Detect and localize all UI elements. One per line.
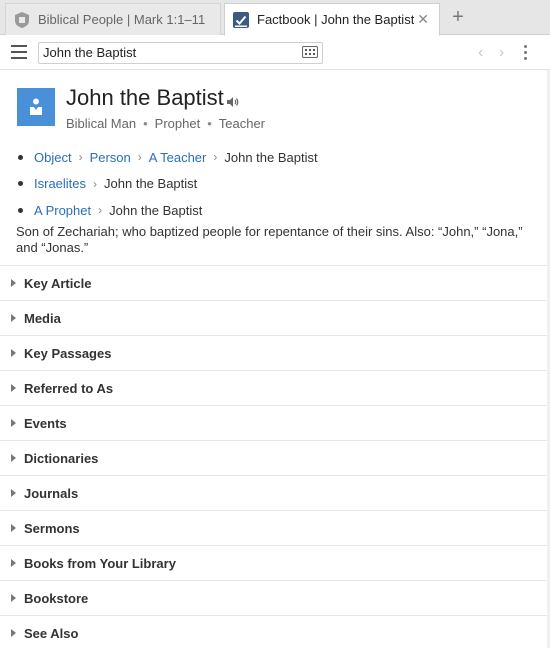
- section-dictionaries[interactable]: Dictionaries: [0, 440, 550, 475]
- section-key-article[interactable]: Key Article: [0, 265, 550, 300]
- breadcrumb: Object › Person › A Teacher › John the Bapt…: [16, 144, 318, 171]
- breadcrumb-link[interactable]: A Prophet: [34, 203, 91, 218]
- section-label: Key Passages: [24, 345, 112, 361]
- section-label: See Also: [24, 625, 79, 641]
- tab-biblical-people[interactable]: Biblical People | Mark 1:1–11: [5, 3, 221, 35]
- factbook-icon: [233, 11, 249, 28]
- breadcrumb-list: Object › Person › A Teacher › John the Bapt…: [16, 144, 318, 224]
- expand-arrow-icon: [11, 559, 16, 567]
- menu-icon[interactable]: [11, 45, 27, 59]
- expand-arrow-icon: [11, 419, 16, 427]
- search-input[interactable]: John the Baptist: [38, 42, 323, 64]
- breadcrumb-link[interactable]: Person: [90, 150, 131, 165]
- section-referred-to-as[interactable]: Referred to As: [0, 370, 550, 405]
- new-tab-button[interactable]: +: [447, 6, 469, 30]
- section-events[interactable]: Events: [0, 405, 550, 440]
- section-label: Key Article: [24, 275, 92, 291]
- expand-arrow-icon: [11, 524, 16, 532]
- shield-icon: [14, 11, 30, 28]
- section-key-passages[interactable]: Key Passages: [0, 335, 550, 370]
- section-journals[interactable]: Journals: [0, 475, 550, 510]
- section-label: Dictionaries: [24, 450, 99, 466]
- breadcrumb-link[interactable]: Object: [34, 150, 72, 165]
- subtitle-item: Biblical Man: [66, 116, 137, 131]
- section-books-from-your-library[interactable]: Books from Your Library: [0, 545, 550, 580]
- more-options-icon[interactable]: [524, 45, 528, 63]
- section-label: Sermons: [24, 520, 80, 536]
- keyboard-icon[interactable]: [302, 46, 318, 58]
- forward-icon[interactable]: ›: [499, 44, 504, 62]
- subtitle-item: Prophet: [154, 116, 201, 131]
- section-list: Key Article Media Key Passages Referred …: [0, 265, 550, 648]
- section-label: Referred to As: [24, 380, 114, 396]
- tab-factbook[interactable]: Factbook | John the Baptist ✕: [224, 3, 440, 36]
- section-media[interactable]: Media: [0, 300, 550, 335]
- tab-bar: Biblical People | Mark 1:1–11 Factbook |…: [0, 0, 550, 36]
- section-bookstore[interactable]: Bookstore: [0, 580, 550, 615]
- expand-arrow-icon: [11, 349, 16, 357]
- breadcrumb-current: John the Baptist: [109, 202, 203, 218]
- section-label: Media: [24, 310, 61, 326]
- subtitle: Biblical Man • Prophet • Teacher: [66, 116, 266, 131]
- breadcrumb: A Prophet › John the Baptist: [16, 197, 318, 224]
- close-icon[interactable]: ✕: [417, 11, 429, 28]
- section-label: Bookstore: [24, 590, 89, 606]
- back-icon[interactable]: ‹: [478, 44, 483, 62]
- page-title: John the Baptist: [66, 85, 224, 110]
- tab-label: Biblical People | Mark 1:1–11: [38, 12, 206, 27]
- subtitle-item: Teacher: [218, 116, 266, 131]
- expand-arrow-icon: [11, 454, 16, 462]
- section-sermons[interactable]: Sermons: [0, 510, 550, 545]
- breadcrumb-current: John the Baptist: [224, 149, 318, 165]
- breadcrumb-current: John the Baptist: [104, 176, 198, 192]
- tab-label: Factbook | John the Baptist: [257, 12, 415, 27]
- expand-arrow-icon: [11, 489, 16, 497]
- expand-arrow-icon: [11, 279, 16, 287]
- toolbar: John the Baptist ‹ ›: [0, 36, 550, 70]
- breadcrumb-link[interactable]: A Teacher: [149, 150, 207, 165]
- expand-arrow-icon: [11, 594, 16, 602]
- description: Son of Zechariah; who baptized people fo…: [16, 224, 523, 255]
- speaker-icon[interactable]: [227, 94, 239, 112]
- person-icon: [17, 88, 55, 126]
- section-see-also[interactable]: See Also: [0, 615, 550, 648]
- section-label: Events: [24, 415, 67, 431]
- section-label: Books from Your Library: [24, 555, 176, 571]
- breadcrumb-link[interactable]: Israelites: [34, 176, 86, 191]
- expand-arrow-icon: [11, 314, 16, 322]
- expand-arrow-icon: [11, 629, 16, 637]
- breadcrumb: Israelites › John the Baptist: [16, 171, 318, 198]
- section-label: Journals: [24, 485, 79, 501]
- expand-arrow-icon: [11, 384, 16, 392]
